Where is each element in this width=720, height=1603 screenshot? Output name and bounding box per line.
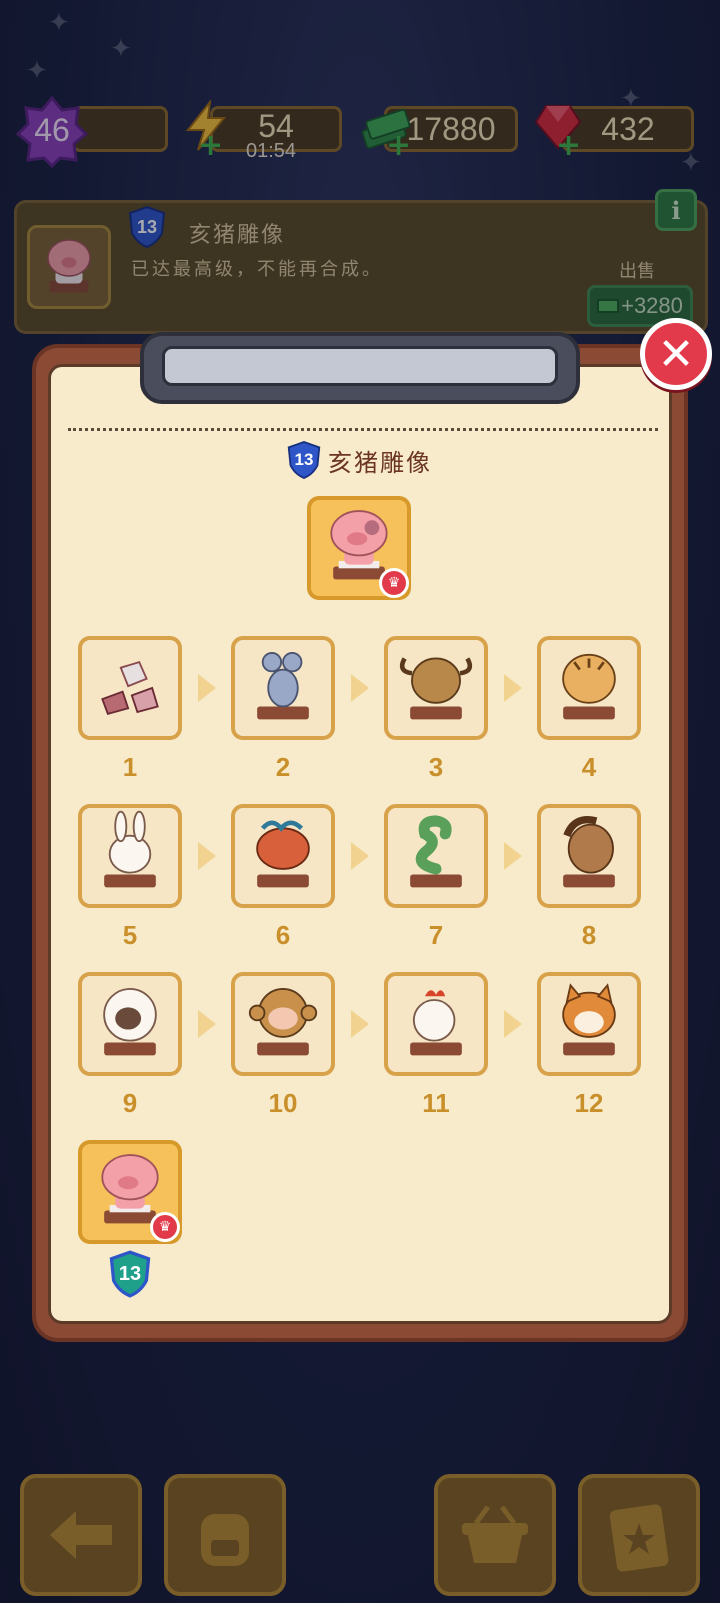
arrow-right-icon bbox=[504, 674, 522, 702]
collection-tile-5[interactable] bbox=[78, 804, 182, 908]
clip-plate bbox=[162, 346, 558, 386]
close-icon: ✕ bbox=[657, 328, 695, 380]
crown-icon: ♛ bbox=[150, 1212, 180, 1242]
max-level-badge: 13 bbox=[108, 1250, 152, 1298]
tile-number: 4 bbox=[581, 752, 597, 782]
close-button[interactable]: ✕ bbox=[640, 318, 712, 390]
collection-tile-11[interactable] bbox=[384, 972, 488, 1076]
tile-number: 7 bbox=[428, 920, 444, 950]
back-arrow-icon bbox=[50, 1511, 112, 1559]
crown-icon: ♛ bbox=[379, 568, 409, 598]
arrow-right-icon bbox=[504, 842, 522, 870]
stone-rubble-icon bbox=[101, 661, 159, 715]
collection-tile-13[interactable]: ♛ bbox=[78, 1140, 182, 1244]
basket-button[interactable] bbox=[434, 1474, 556, 1596]
star-clipboard-icon bbox=[609, 1504, 669, 1572]
rooster-statue-icon bbox=[410, 990, 462, 1056]
sheep-statue-icon bbox=[103, 988, 157, 1056]
collection-tile-2[interactable] bbox=[231, 636, 335, 740]
dog-statue-icon bbox=[562, 983, 616, 1056]
arrow-right-icon bbox=[198, 674, 216, 702]
tile-number: 6 bbox=[275, 920, 291, 950]
tile-number: 1 bbox=[122, 752, 138, 782]
tile-number: 5 bbox=[122, 920, 138, 950]
clipboard-clip bbox=[140, 332, 580, 404]
arrow-right-icon bbox=[198, 1010, 216, 1038]
arrow-right-icon bbox=[351, 674, 369, 702]
collection-tile-3[interactable] bbox=[384, 636, 488, 740]
collection-tile-9[interactable] bbox=[78, 972, 182, 1076]
rabbit-statue-icon bbox=[104, 810, 156, 888]
rat-statue-icon bbox=[257, 652, 309, 720]
collection-tile-12[interactable] bbox=[537, 972, 641, 1076]
tile-number: 2 bbox=[275, 752, 291, 782]
featured-item-tile[interactable]: ♛ bbox=[307, 496, 411, 600]
backpack-icon bbox=[201, 1514, 249, 1566]
collection-tile-7[interactable] bbox=[384, 804, 488, 908]
collection-level-badge: 13 bbox=[286, 440, 322, 480]
collection-button[interactable] bbox=[578, 1474, 700, 1596]
collection-tile-1[interactable] bbox=[78, 636, 182, 740]
tile-number: 8 bbox=[581, 920, 597, 950]
monkey-statue-icon bbox=[248, 988, 318, 1056]
tile-number: 10 bbox=[268, 1088, 298, 1118]
tile-number: 3 bbox=[428, 752, 444, 782]
collection-title: 亥猪雕像 bbox=[328, 448, 432, 477]
collection-tile-10[interactable] bbox=[231, 972, 335, 1076]
back-button[interactable] bbox=[20, 1474, 142, 1596]
collection-title-row: 13 亥猪雕像 bbox=[286, 440, 432, 480]
ox-statue-icon bbox=[399, 657, 473, 720]
tiger-statue-icon bbox=[562, 653, 616, 720]
arrow-right-icon bbox=[351, 842, 369, 870]
collection-tile-4[interactable] bbox=[537, 636, 641, 740]
basket-icon bbox=[462, 1505, 528, 1563]
collection-tile-8[interactable] bbox=[537, 804, 641, 908]
tile-number: 11 bbox=[422, 1088, 450, 1118]
snake-statue-icon bbox=[410, 815, 462, 888]
dotted-divider bbox=[68, 428, 658, 431]
arrow-right-icon bbox=[351, 1010, 369, 1038]
tile-number: 9 bbox=[122, 1088, 138, 1118]
dragon-statue-icon bbox=[256, 820, 310, 888]
backpack-button[interactable] bbox=[164, 1474, 286, 1596]
tile-number: 12 bbox=[574, 1088, 604, 1118]
arrow-right-icon bbox=[504, 1010, 522, 1038]
arrow-right-icon bbox=[198, 842, 216, 870]
horse-statue-icon bbox=[563, 816, 615, 888]
collection-tile-6[interactable] bbox=[231, 804, 335, 908]
